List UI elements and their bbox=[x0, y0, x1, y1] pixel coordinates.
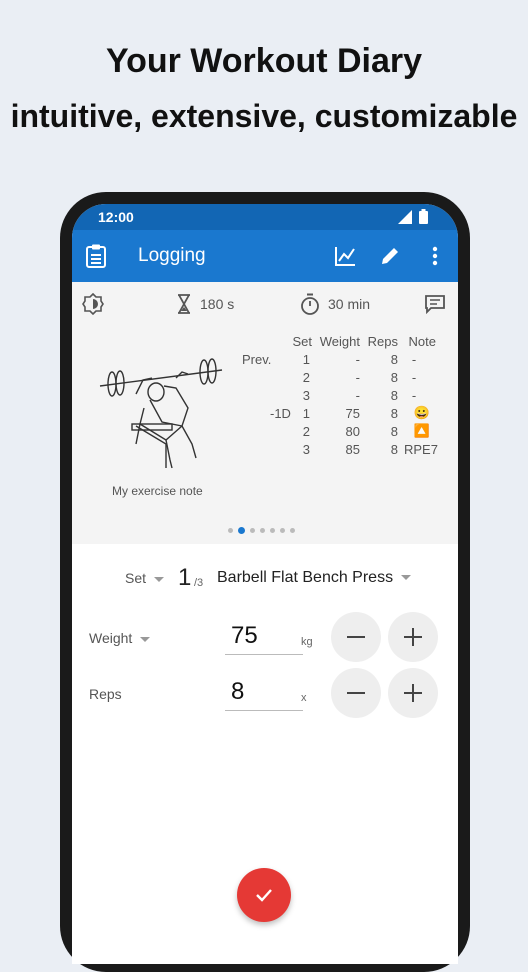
reps-unit: x bbox=[301, 692, 307, 704]
weight-decrease-button[interactable] bbox=[331, 612, 381, 662]
battery-icon bbox=[419, 209, 428, 224]
page-dot[interactable] bbox=[270, 528, 275, 533]
save-set-button[interactable] bbox=[237, 868, 291, 922]
set-number: 1 bbox=[178, 564, 192, 591]
weight-increase-button[interactable] bbox=[388, 612, 438, 662]
page-indicator[interactable] bbox=[228, 527, 295, 534]
phone-screen: 12:00 Logging 180 s 30 min Set Weight Re… bbox=[72, 204, 458, 964]
status-bar: 12:00 bbox=[72, 204, 458, 230]
arrow-up-icon: 🔼 bbox=[413, 423, 431, 438]
more-vert-icon[interactable] bbox=[421, 242, 449, 270]
table-cell: 2 bbox=[302, 370, 310, 385]
set-label: Set bbox=[125, 570, 147, 586]
headline-title: Your Workout Diary bbox=[105, 42, 423, 80]
chevron-down-icon bbox=[140, 636, 151, 642]
chevron-down-icon bbox=[401, 575, 412, 581]
table-cell: RPE7 bbox=[404, 442, 438, 457]
set-history-table: Set Weight Reps Note Prev. 1 - 8 - 2 - 8… bbox=[72, 282, 458, 472]
table-cell: 3 bbox=[302, 442, 310, 457]
table-cell: 8 bbox=[390, 352, 398, 367]
minus-icon bbox=[347, 636, 365, 638]
reps-decrease-button[interactable] bbox=[331, 668, 381, 718]
check-icon bbox=[256, 889, 272, 902]
set-dropdown[interactable]: Set bbox=[125, 570, 165, 586]
exercise-dropdown[interactable]: Barbell Flat Bench Press bbox=[217, 569, 412, 587]
table-cell: - bbox=[355, 352, 360, 367]
page-title: Logging bbox=[138, 245, 206, 266]
table-cell: - bbox=[411, 370, 417, 385]
table-header: Weight bbox=[319, 334, 360, 349]
smiley-icon: 😀 bbox=[413, 405, 431, 420]
page-dot[interactable] bbox=[290, 528, 295, 533]
page-dot[interactable] bbox=[250, 528, 255, 533]
status-time: 12:00 bbox=[98, 209, 134, 225]
table-cell: - bbox=[355, 370, 360, 385]
clipboard-list-icon[interactable] bbox=[82, 242, 110, 270]
table-cell: - bbox=[411, 388, 417, 403]
page-dot[interactable] bbox=[228, 528, 233, 533]
chevron-down-icon bbox=[154, 576, 165, 582]
table-cell: 8 bbox=[390, 442, 398, 457]
set-total: /3 bbox=[194, 577, 204, 589]
table-cell: 3 bbox=[302, 388, 310, 403]
weight-unit: kg bbox=[301, 636, 313, 648]
weight-input[interactable]: 75 bbox=[225, 622, 303, 655]
table-cell: 80 bbox=[345, 424, 360, 439]
table-cell: 8 bbox=[390, 370, 398, 385]
table-cell: 8 bbox=[390, 406, 398, 421]
chart-line-icon[interactable] bbox=[331, 242, 359, 270]
table-cell: 2 bbox=[302, 424, 310, 439]
exercise-name: Barbell Flat Bench Press bbox=[217, 569, 394, 586]
exercise-card[interactable]: 180 s 30 min Set Weight Reps Note Prev. … bbox=[72, 282, 458, 544]
headline-subtitle: intuitive, extensive, customizable bbox=[10, 98, 518, 134]
reps-label: Reps bbox=[89, 686, 122, 702]
app-bar: Logging bbox=[72, 230, 458, 282]
page-dot[interactable] bbox=[280, 528, 285, 533]
reps-increase-button[interactable] bbox=[388, 668, 438, 718]
table-cell: - bbox=[411, 352, 417, 367]
table-cell: 75 bbox=[345, 406, 360, 421]
table-cell: 1 bbox=[302, 352, 310, 367]
table-cell: 85 bbox=[345, 442, 360, 457]
signal-icon bbox=[398, 210, 412, 224]
table-header: Set bbox=[292, 334, 312, 349]
table-cell: 1 bbox=[302, 406, 310, 421]
weight-label: Weight bbox=[89, 630, 133, 646]
pencil-icon[interactable] bbox=[376, 242, 404, 270]
table-cell: 8 bbox=[390, 388, 398, 403]
reps-input[interactable]: 8 bbox=[225, 678, 303, 711]
table-cell: 8 bbox=[390, 424, 398, 439]
table-cell: - bbox=[355, 388, 360, 403]
weight-dropdown[interactable]: Weight bbox=[89, 630, 151, 646]
table-header: Note bbox=[408, 334, 436, 349]
table-header: Reps bbox=[367, 334, 398, 349]
table-group-label: Prev. bbox=[242, 352, 272, 367]
exercise-note: My exercise note bbox=[112, 484, 203, 498]
page-dot[interactable] bbox=[260, 528, 265, 533]
page-dot-active[interactable] bbox=[238, 527, 245, 534]
plus-icon bbox=[404, 628, 422, 646]
minus-icon bbox=[347, 692, 365, 694]
plus-icon bbox=[404, 684, 422, 702]
